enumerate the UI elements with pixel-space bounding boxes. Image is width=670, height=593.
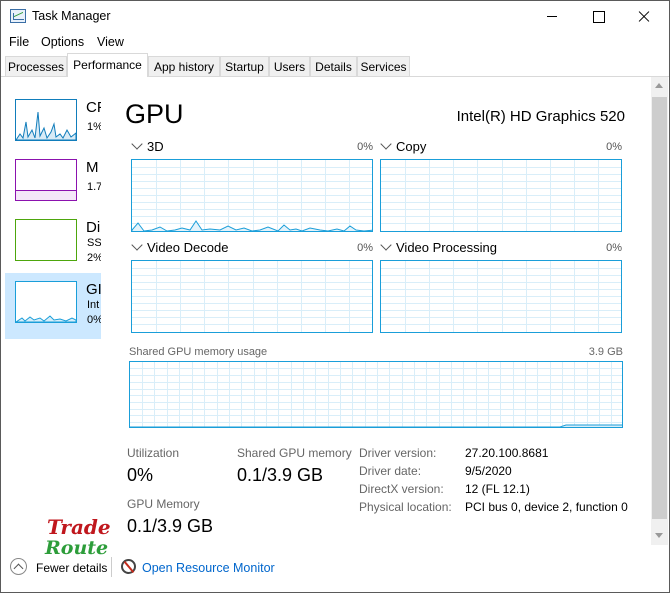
driver-date-label: Driver date: xyxy=(359,464,422,478)
sidebar-item-name: M xyxy=(86,159,99,176)
watermark-logo-line1: Trade xyxy=(47,515,111,539)
engine-percent: 0% xyxy=(357,242,373,254)
sidebar-item-detail: 1% xyxy=(87,121,101,133)
gpu-model-name: Intel(R) HD Graphics 520 xyxy=(456,108,625,125)
menu-file[interactable]: File xyxy=(9,35,29,49)
menu-bar: File Options View xyxy=(1,32,669,53)
disk-thumbnail-graph xyxy=(15,219,77,261)
watermark-logo-line2: Route xyxy=(45,537,109,559)
tab-services[interactable]: Services xyxy=(357,56,410,78)
tab-performance[interactable]: Performance xyxy=(67,53,148,77)
directx-version-value: 12 (FL 12.1) xyxy=(465,482,530,496)
close-button[interactable] xyxy=(621,1,667,32)
tab-startup[interactable]: Startup xyxy=(220,56,269,78)
memory-thumbnail-graph xyxy=(15,159,77,201)
gpu-thumbnail-svg xyxy=(14,315,77,323)
task-manager-icon xyxy=(10,9,26,23)
graph-copy-svg xyxy=(381,160,621,231)
footer-divider xyxy=(111,557,112,577)
sidebar-item-detail: Int xyxy=(87,299,100,311)
engine-label: Copy xyxy=(396,139,427,154)
shared-gpu-memory-label: Shared GPU memory xyxy=(237,446,352,460)
chevron-down-icon xyxy=(380,239,392,251)
tab-details[interactable]: Details xyxy=(310,56,357,78)
driver-version-value: 27.20.100.8681 xyxy=(465,446,549,460)
utilization-label: Utilization xyxy=(127,446,180,460)
tab-users[interactable]: Users xyxy=(269,56,310,78)
gpu-memory-value: 0.1/3.9 GB xyxy=(127,516,214,536)
sidebar-item-name: Di xyxy=(86,219,101,236)
cpu-thumbnail-graph xyxy=(15,99,77,141)
shared-memory-max: 3.9 GB xyxy=(588,346,623,358)
open-resource-monitor-link[interactable]: Open Resource Monitor xyxy=(142,561,275,575)
memory-fill xyxy=(16,190,76,200)
engine-percent: 0% xyxy=(357,141,373,153)
vertical-scrollbar[interactable] xyxy=(651,77,668,545)
sidebar-item-gpu[interactable]: GI Int 0% xyxy=(5,273,101,339)
sidebar-item-name: CP xyxy=(86,99,101,116)
scroll-down-arrow-icon[interactable] xyxy=(655,533,663,538)
chevron-down-icon xyxy=(380,138,392,150)
cpu-thumbnail-svg xyxy=(15,111,77,141)
engine-selector-video-decode[interactable]: Video Decode xyxy=(131,239,229,255)
window-title: Task Manager xyxy=(32,9,111,23)
fewer-details-link[interactable]: Fewer details xyxy=(36,561,107,575)
shared-gpu-memory-value: 0.1/3.9 GB xyxy=(237,465,324,485)
graph-copy xyxy=(380,159,622,232)
physical-location-label: Physical location: xyxy=(359,500,452,514)
menu-view[interactable]: View xyxy=(97,35,124,49)
scroll-up-arrow-icon[interactable] xyxy=(655,83,663,88)
sidebar-item-name: GI xyxy=(86,281,101,298)
engine-percent: 0% xyxy=(606,242,622,254)
graph-video-decode-svg xyxy=(132,261,372,332)
directx-version-label: DirectX version: xyxy=(359,482,444,496)
maximize-button[interactable] xyxy=(575,1,621,32)
chevron-up-circle-icon[interactable] xyxy=(10,558,27,575)
performance-sidebar: CP 1% M 1.7 Di SS 2% GI Int 0% xyxy=(1,77,101,545)
sidebar-item-detail: 1.7 xyxy=(87,181,101,193)
chevron-down-icon xyxy=(131,138,143,150)
engine-selector-video-processing[interactable]: Video Processing xyxy=(380,239,497,255)
sidebar-item-memory[interactable]: M 1.7 xyxy=(5,151,101,215)
graph-3d-svg xyxy=(132,160,372,231)
engine-label: 3D xyxy=(147,139,164,154)
minimize-button[interactable] xyxy=(529,1,575,32)
tab-processes[interactable]: Processes xyxy=(5,56,67,78)
resource-monitor-icon[interactable] xyxy=(121,559,136,574)
task-manager-window: Task Manager File Options View Processes… xyxy=(0,0,670,593)
menu-options[interactable]: Options xyxy=(41,35,84,49)
gpu-memory-label: GPU Memory xyxy=(127,497,200,511)
scroll-thumb[interactable] xyxy=(652,97,667,519)
driver-version-label: Driver version: xyxy=(359,446,437,460)
page-title: GPU xyxy=(125,99,184,129)
graph-shared-memory xyxy=(129,361,623,428)
sidebar-item-disk[interactable]: Di SS 2% xyxy=(5,211,101,275)
graph-3d xyxy=(131,159,373,232)
physical-location-value: PCI bus 0, device 2, function 0 xyxy=(465,500,628,514)
engine-label: Video Processing xyxy=(396,240,497,255)
chevron-down-icon xyxy=(131,239,143,251)
graph-video-decode xyxy=(131,260,373,333)
sidebar-item-detail-2: 0% xyxy=(87,314,101,326)
engine-selector-copy[interactable]: Copy xyxy=(380,138,427,154)
tab-bar: Processes Performance App history Startu… xyxy=(1,53,669,78)
sidebar-item-cpu[interactable]: CP 1% xyxy=(5,91,101,155)
shared-memory-usage-label: Shared GPU memory usage xyxy=(129,346,268,358)
engine-selector-3d[interactable]: 3D xyxy=(131,138,164,154)
graph-video-processing xyxy=(380,260,622,333)
utilization-value: 0% xyxy=(127,465,154,485)
engine-label: Video Decode xyxy=(147,240,229,255)
driver-date-value: 9/5/2020 xyxy=(465,464,512,478)
tab-app-history[interactable]: App history xyxy=(148,56,220,78)
title-bar[interactable]: Task Manager xyxy=(1,1,669,32)
sidebar-item-detail-2: 2% xyxy=(87,252,101,264)
graph-shared-memory-svg xyxy=(130,362,622,427)
graph-video-processing-svg xyxy=(381,261,621,332)
sidebar-item-detail: SS xyxy=(87,237,101,249)
gpu-thumbnail-graph xyxy=(14,281,77,323)
engine-percent: 0% xyxy=(606,141,622,153)
gpu-detail-panel: GPU Intel(R) HD Graphics 520 3D 0% Copy … xyxy=(101,77,651,545)
